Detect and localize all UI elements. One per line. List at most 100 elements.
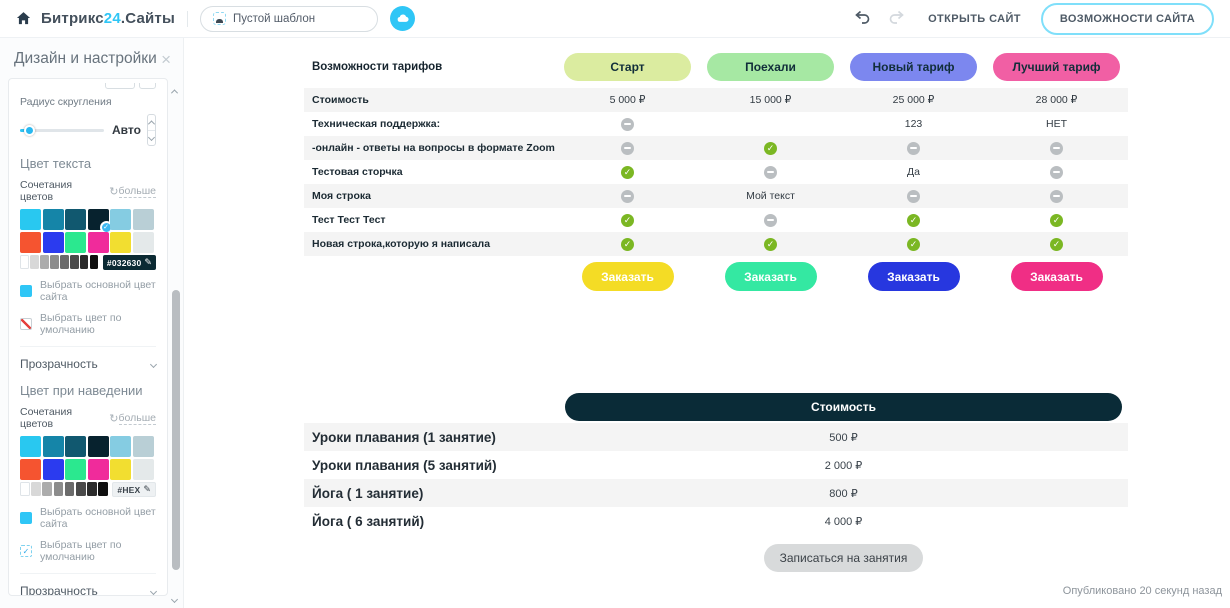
check-icon: ✓ — [764, 237, 777, 251]
pick-default-row[interactable]: Выбрать цвет по умолчанию — [20, 312, 156, 336]
scroll-up-icon[interactable] — [170, 82, 179, 97]
publish-cloud-button[interactable] — [390, 6, 415, 31]
price-list-rows: Уроки плавания (1 занятие) 500 ₽ Уроки пла… — [304, 423, 1128, 535]
transparency-section-hover[interactable]: Прозрачность — [20, 573, 158, 595]
scrollbar-thumb[interactable] — [171, 290, 180, 570]
color-swatch[interactable] — [20, 482, 30, 496]
table-cell: ✓ — [699, 141, 842, 155]
color-swatch[interactable] — [20, 436, 41, 457]
table-cell — [699, 165, 842, 179]
color-swatch[interactable] — [65, 209, 86, 230]
table-cell: НЕТ — [1046, 118, 1067, 130]
color-swatch[interactable] — [110, 209, 131, 230]
color-swatch[interactable]: ✓ — [87, 209, 113, 234]
color-swatch[interactable] — [87, 436, 109, 457]
price-list-table: Стоимость Уроки плавания (1 занятие) 500 … — [304, 393, 1128, 572]
plan-pill[interactable]: Лучший тариф — [993, 53, 1120, 81]
color-swatch[interactable] — [20, 209, 41, 230]
stepper-down-icon[interactable] — [147, 129, 155, 146]
color-swatch[interactable] — [65, 459, 86, 480]
color-swatch[interactable] — [65, 436, 86, 457]
transparency-section[interactable]: Прозрачность — [20, 346, 158, 381]
more-link[interactable]: больше — [118, 185, 156, 198]
slider-knob[interactable] — [24, 124, 35, 136]
table-row: Стоимость 5 000 ₽ 15 000 ₽ 25 000 ₽ 28 000 ₽ — [304, 88, 1128, 112]
home-icon[interactable] — [16, 11, 31, 26]
color-swatch[interactable] — [65, 232, 86, 253]
site-features-button[interactable]: ВОЗМОЖНОСТИ САЙТА — [1040, 2, 1214, 35]
sidebar-scrollbar — [169, 78, 182, 608]
color-swatch[interactable] — [42, 482, 53, 496]
text-color-palette: ✓ #032630 ✎ — [20, 209, 156, 270]
color-swatch[interactable] — [53, 482, 64, 496]
color-swatch[interactable] — [20, 255, 29, 269]
color-swatch[interactable] — [132, 436, 154, 457]
radius-slider[interactable] — [20, 123, 104, 137]
color-swatch[interactable] — [110, 459, 131, 480]
plan-pill[interactable]: Старт — [564, 53, 691, 81]
color-swatch[interactable] — [42, 209, 64, 230]
color-swatch[interactable] — [42, 232, 64, 253]
minus-icon — [907, 189, 920, 203]
plan-cell: Поехали — [699, 53, 842, 81]
color-swatch[interactable] — [80, 255, 89, 269]
color-swatch[interactable] — [50, 255, 59, 269]
color-swatch[interactable] — [132, 232, 154, 253]
hex-color-chip[interactable]: #HEX ✎ — [112, 482, 156, 497]
stepper-up-icon[interactable] — [147, 115, 155, 130]
color-swatch[interactable] — [98, 482, 108, 496]
refresh-icon[interactable]: ↻ — [109, 412, 118, 425]
undo-button[interactable] — [852, 9, 872, 29]
plan-pill[interactable]: Новый тариф — [850, 53, 977, 81]
pick-default-label: Выбрать цвет по умолчанию — [40, 539, 122, 563]
minus-icon — [764, 165, 777, 179]
color-swatch[interactable] — [110, 436, 131, 457]
color-swatch[interactable] — [31, 482, 41, 496]
color-swatch[interactable] — [70, 255, 79, 269]
site-canvas: Возможности тарифов Старт Поехали Новый та… — [184, 38, 1230, 608]
color-swatch[interactable] — [87, 482, 97, 496]
order-button[interactable]: Заказать — [1010, 262, 1103, 291]
scroll-down-icon[interactable] — [170, 590, 179, 605]
color-swatch[interactable] — [64, 482, 75, 496]
tariff-corner-label: Возможности тарифов — [312, 61, 443, 73]
redo-button[interactable] — [886, 9, 906, 29]
color-swatch[interactable] — [75, 482, 86, 496]
color-swatch[interactable] — [132, 459, 154, 480]
table-cell — [842, 141, 985, 155]
price-list-header: Стоимость — [565, 393, 1122, 421]
table-cell — [699, 213, 842, 227]
open-site-button[interactable]: ОТКРЫТЬ САЙТ — [928, 13, 1021, 25]
color-swatch[interactable] — [132, 209, 154, 230]
chevron-down-icon — [149, 360, 158, 368]
refresh-icon[interactable]: ↻ — [109, 185, 118, 198]
hex-color-chip[interactable]: #032630 ✎ — [102, 255, 156, 270]
color-swatch[interactable] — [42, 459, 64, 480]
color-swatch[interactable] — [20, 459, 41, 480]
order-button[interactable]: Заказать — [867, 262, 960, 291]
color-swatch[interactable] — [40, 255, 49, 269]
pick-primary-row-hover[interactable]: Выбрать основной цвет сайта — [20, 506, 156, 530]
order-button[interactable]: Заказать — [581, 262, 674, 291]
pick-default-row-hover[interactable]: ✓ Выбрать цвет по умолчанию — [20, 539, 156, 563]
template-selector[interactable]: Пустой шаблон — [200, 5, 378, 32]
pick-primary-row[interactable]: Выбрать основной цвет сайта — [20, 279, 156, 303]
color-swatch[interactable] — [87, 232, 109, 253]
plan-pill[interactable]: Поехали — [707, 53, 834, 81]
table-cell: ✓ — [985, 237, 1128, 251]
close-icon[interactable]: × — [161, 51, 171, 68]
color-swatch[interactable] — [30, 255, 39, 269]
color-swatch[interactable] — [42, 436, 64, 457]
radius-value: Авто — [112, 123, 141, 137]
color-swatch[interactable] — [60, 255, 69, 269]
more-link[interactable]: больше — [118, 412, 156, 425]
color-swatch[interactable] — [89, 255, 99, 269]
color-swatch[interactable] — [20, 232, 41, 253]
table-row: -онлайн - ответы на вопросы в формате Zo… — [304, 136, 1128, 160]
signup-button[interactable]: Записаться на занятия — [763, 544, 924, 572]
color-swatch[interactable] — [110, 232, 131, 253]
color-swatch[interactable] — [87, 459, 109, 480]
order-button[interactable]: Заказать — [724, 262, 817, 291]
table-cell: ✓ — [842, 213, 985, 227]
app-logo[interactable]: Битрикс24.Сайты — [41, 10, 175, 27]
